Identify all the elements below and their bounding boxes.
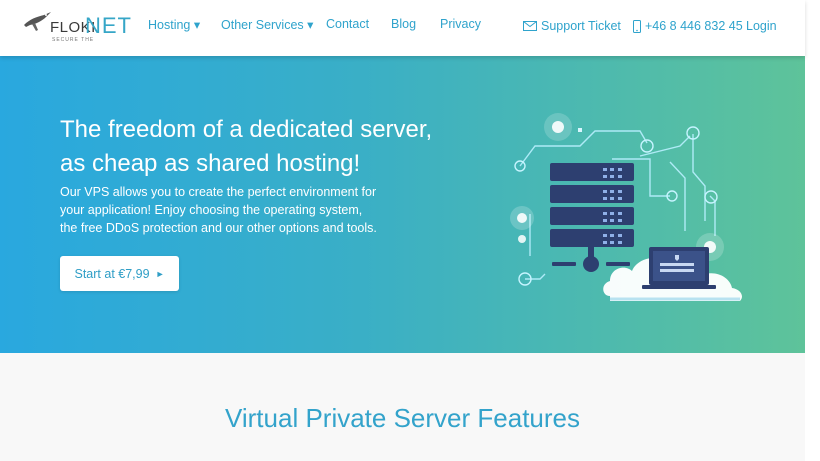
nav-blog[interactable]: Blog — [391, 17, 416, 31]
hero-title-line-1: The freedom of a dedicated server, — [60, 116, 433, 143]
hero-description: Our VPS allows you to create the perfect… — [60, 183, 390, 237]
phone-link[interactable]: +46 8 446 832 45 — [633, 19, 743, 33]
hero-text-line-2: your application! Enjoy choosing the ope… — [60, 203, 363, 217]
start-at-button-label: Start at €7,99 — [74, 266, 150, 281]
mobile-phone-icon — [633, 19, 641, 33]
nav-hosting[interactable]: Hosting ▾ — [148, 17, 200, 32]
bird-logo-icon — [24, 12, 51, 31]
nav-other-services[interactable]: Other Services ▾ — [221, 17, 313, 32]
play-arrow-icon: ► — [155, 268, 165, 279]
server-illustration — [510, 113, 743, 301]
server-rack — [550, 163, 634, 272]
hero-title-line-2: as cheap as shared hosting! — [60, 150, 361, 177]
start-at-button[interactable]: Start at €7,99 ► — [60, 256, 179, 291]
hero-title: The freedom of a dedicated server, as ch… — [60, 113, 480, 181]
support-ticket-link[interactable]: Support Ticket — [523, 19, 621, 33]
logo-tagline: SECURE THE — [52, 37, 95, 43]
envelope-icon — [523, 21, 537, 31]
logo-net-text: NET — [85, 13, 132, 38]
login-link[interactable]: Login — [746, 19, 777, 33]
nav-contact[interactable]: Contact — [326, 17, 369, 31]
nav-privacy[interactable]: Privacy — [440, 17, 481, 31]
support-ticket-label: Support Ticket — [541, 19, 621, 33]
features-section: Virtual Private Server Features — [0, 353, 820, 461]
hero-section: The freedom of a dedicated server, as ch… — [0, 56, 805, 353]
hero-text-line-1: Our VPS allows you to create the perfect… — [60, 185, 377, 199]
page: FLOKI NET SECURE THE Hosting ▾ Other Ser… — [0, 0, 820, 461]
logo[interactable]: FLOKI NET SECURE THE — [22, 10, 131, 43]
features-title: Virtual Private Server Features — [225, 403, 580, 433]
hero-text-line-3: the free DDoS protection and our other o… — [60, 221, 377, 235]
site-header: FLOKI NET SECURE THE Hosting ▾ Other Ser… — [0, 0, 805, 56]
phone-number: +46 8 446 832 45 — [645, 19, 743, 33]
page-edge — [805, 0, 820, 461]
